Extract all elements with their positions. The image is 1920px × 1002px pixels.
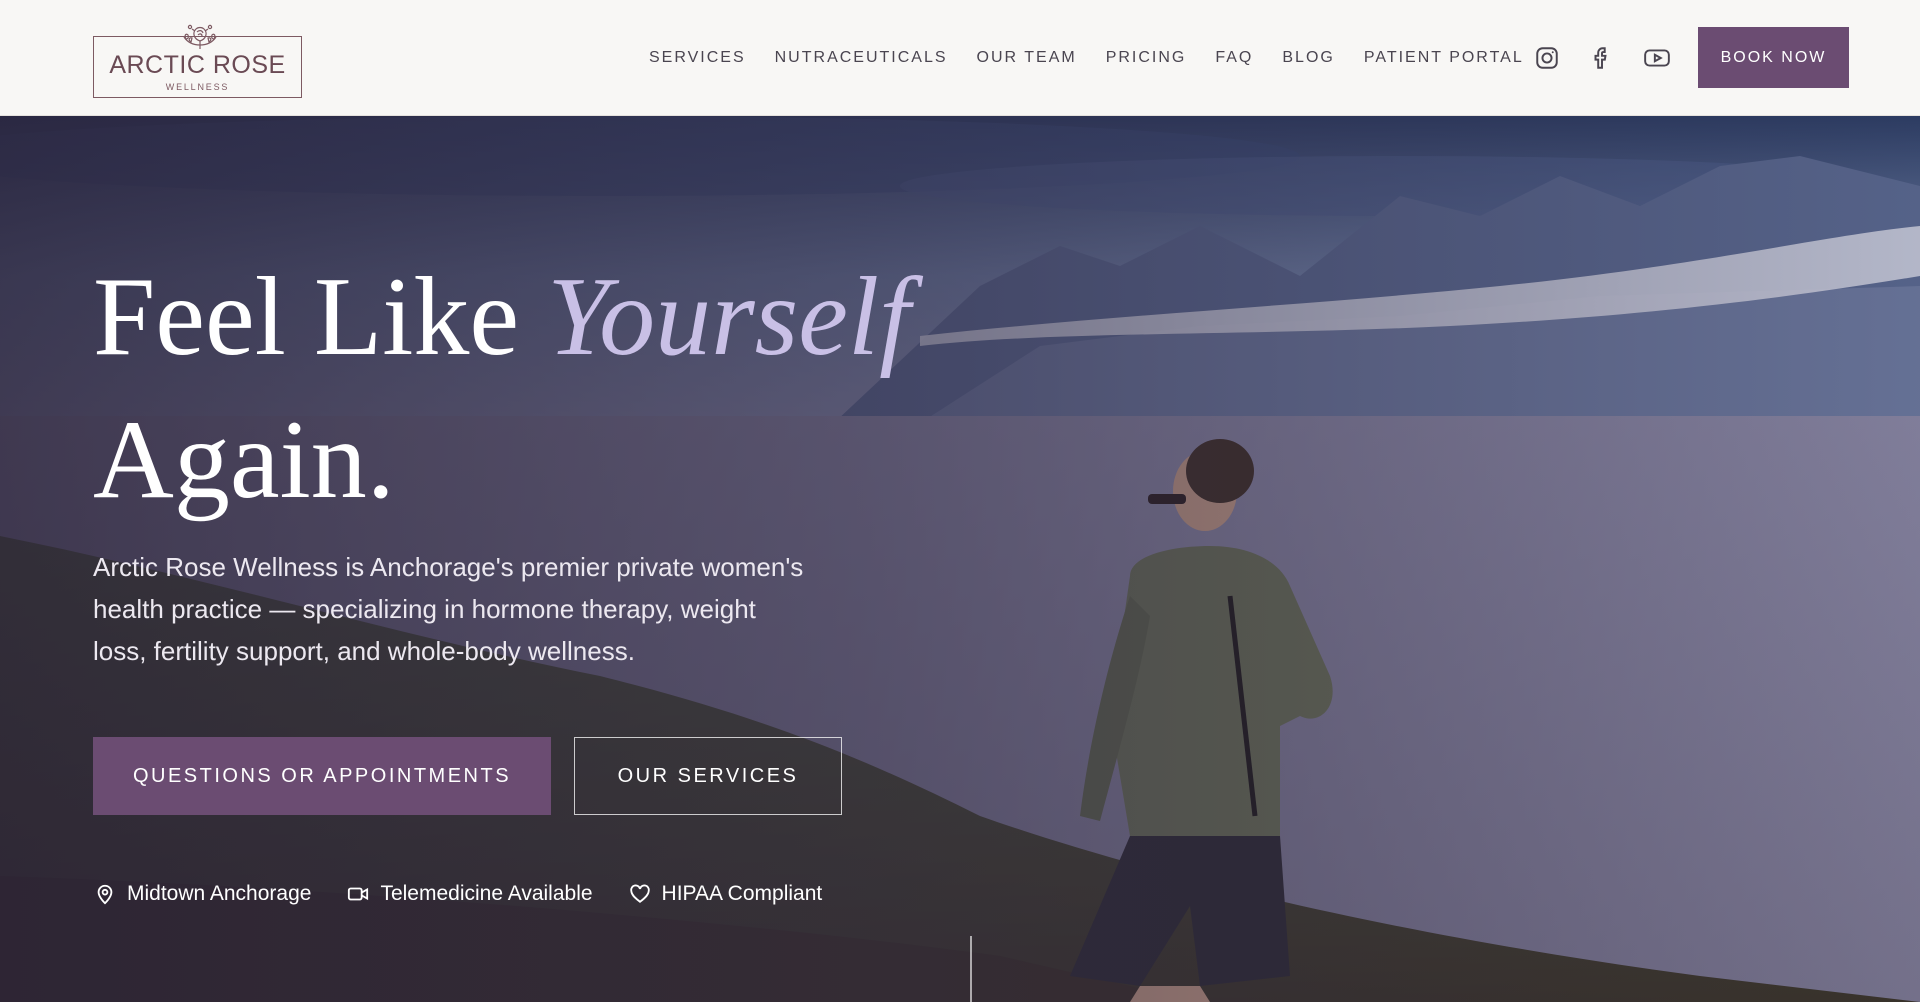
facebook-icon[interactable] (1588, 44, 1616, 72)
hero-title-line2: Again. (93, 398, 395, 522)
brand-logo[interactable]: ARCTIC ROSE WELLNESS (93, 24, 302, 98)
feature-location-label: Midtown Anchorage (127, 882, 312, 905)
nav-link-patient-portal[interactable]: PATIENT PORTAL (1364, 49, 1524, 67)
nav-link-services[interactable]: SERVICES (649, 49, 746, 67)
hero-title-accent: Yourself (547, 255, 911, 379)
map-pin-icon (93, 882, 117, 906)
nav-link-pricing[interactable]: PRICING (1106, 49, 1187, 67)
scroll-indicator (970, 936, 972, 1002)
nav-link-our-team[interactable]: OUR TEAM (977, 49, 1077, 67)
youtube-icon[interactable] (1643, 44, 1671, 72)
feature-hipaa-label: HIPAA Compliant (661, 882, 823, 905)
brand-name: ARCTIC ROSE (109, 50, 286, 79)
our-services-button[interactable]: OUR SERVICES (574, 737, 842, 815)
main-nav: SERVICES NUTRACEUTICALS OUR TEAM PRICING… (649, 0, 1524, 116)
feature-hipaa: HIPAA Compliant (628, 882, 823, 906)
rose-logo-icon (183, 24, 217, 49)
book-now-button[interactable]: BOOK NOW (1698, 27, 1849, 88)
brand-tagline: WELLNESS (165, 81, 230, 92)
social-links (1533, 0, 1671, 116)
feature-list: Midtown Anchorage Telemedicine Available… (93, 882, 822, 906)
questions-appointments-button[interactable]: QUESTIONS OR APPOINTMENTS (93, 737, 551, 815)
instagram-icon[interactable] (1533, 44, 1561, 72)
video-camera-icon (346, 882, 370, 906)
feature-telemedicine-label: Telemedicine Available (380, 882, 593, 905)
heart-icon (628, 882, 652, 906)
feature-telemedicine: Telemedicine Available (346, 882, 593, 906)
site-header: ARCTIC ROSE WELLNESS SERVICES NUTRACEUTI… (0, 0, 1920, 116)
nav-link-faq[interactable]: FAQ (1215, 49, 1253, 67)
feature-location: Midtown Anchorage (93, 882, 311, 906)
hero-headline: Feel Like Yourself Again. (93, 246, 993, 532)
nav-link-blog[interactable]: BLOG (1282, 49, 1334, 67)
hero-section: Feel Like Yourself Again. Arctic Rose Wel… (0, 116, 1920, 1002)
hero-title-line1: Feel Like (93, 255, 520, 379)
hero-description: Arctic Rose Wellness is Anchorage's prem… (93, 552, 804, 666)
nav-link-nutraceuticals[interactable]: NUTRACEUTICALS (775, 49, 948, 67)
